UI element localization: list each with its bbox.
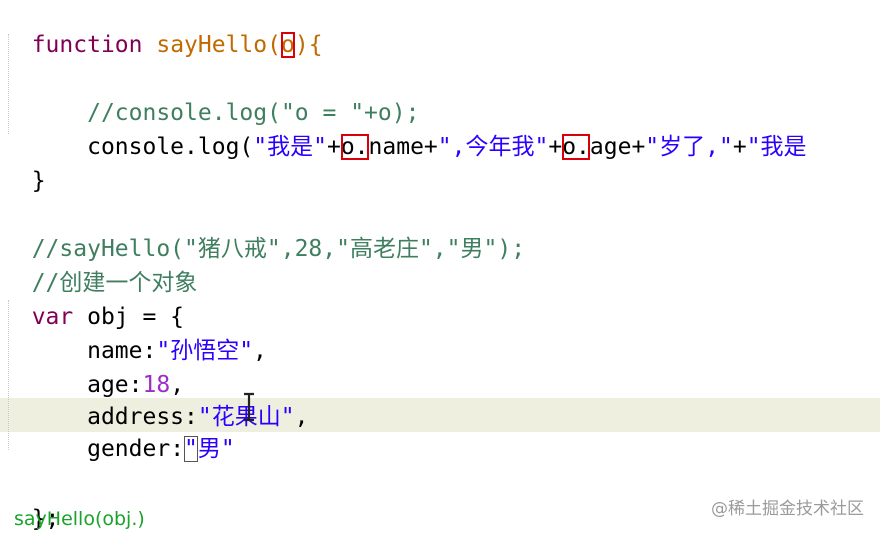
- comma: ,: [253, 338, 267, 364]
- paren-close-brace: ){: [294, 32, 323, 58]
- comma: ,: [294, 404, 309, 430]
- string-literal: ",今年我": [437, 134, 549, 160]
- code-line-12[interactable]: address:"花果山",: [4, 366, 308, 430]
- console-log-call: console.log(: [87, 134, 254, 160]
- function-name: sayHello: [156, 32, 268, 58]
- typed-call-annotation: sayHello(obj.): [14, 508, 145, 530]
- code-line-3[interactable]: //console.log("o = "+o);: [4, 62, 419, 126]
- property-name: name: [368, 134, 424, 160]
- close-quote: ": [220, 436, 235, 462]
- code-line-15[interactable]: };: [4, 468, 60, 532]
- plus-operator: +: [423, 134, 438, 160]
- object-key: gender: [87, 436, 171, 462]
- property-age: age: [589, 134, 632, 160]
- code-line-13[interactable]: gender:"男": [4, 398, 235, 462]
- code-line-1[interactable]: function sayHello(o){: [4, 0, 323, 58]
- paren-open: (: [267, 32, 281, 58]
- plus-operator: +: [548, 134, 563, 160]
- watermark: @稀土掘金技术社区: [711, 499, 864, 519]
- object-ref-o-boxed: o.: [340, 134, 369, 160]
- object-ref-o-boxed: o.: [562, 134, 590, 160]
- open-quote-caret: ": [184, 436, 198, 462]
- param-o-boxed: o: [280, 32, 295, 58]
- plus-operator: +: [732, 134, 747, 160]
- keyword-function: function: [31, 32, 143, 58]
- code-line-10[interactable]: name:"孙悟空",: [4, 300, 267, 364]
- code-line-9[interactable]: var obj = {: [4, 266, 184, 330]
- string-literal: "我是: [746, 134, 807, 160]
- plus-operator: +: [326, 134, 341, 160]
- code-line-7[interactable]: //sayHello("猪八戒",28,"高老庄","男");: [4, 198, 525, 262]
- code-line-4[interactable]: console.log("我是"+o.name+",今年我"+o.age+"岁了…: [4, 96, 807, 160]
- string-literal: "我是": [253, 134, 327, 160]
- plus-operator: +: [631, 134, 646, 160]
- code-line-5[interactable]: }: [4, 130, 46, 194]
- colon: :: [170, 436, 185, 462]
- string-value: 男: [197, 436, 221, 462]
- code-line-8[interactable]: //创建一个对象: [4, 232, 198, 296]
- text-cursor-icon: [244, 392, 254, 422]
- closing-brace: }: [31, 168, 46, 194]
- string-literal: "岁了,": [645, 134, 733, 160]
- code-line-11[interactable]: age:18,: [4, 334, 184, 398]
